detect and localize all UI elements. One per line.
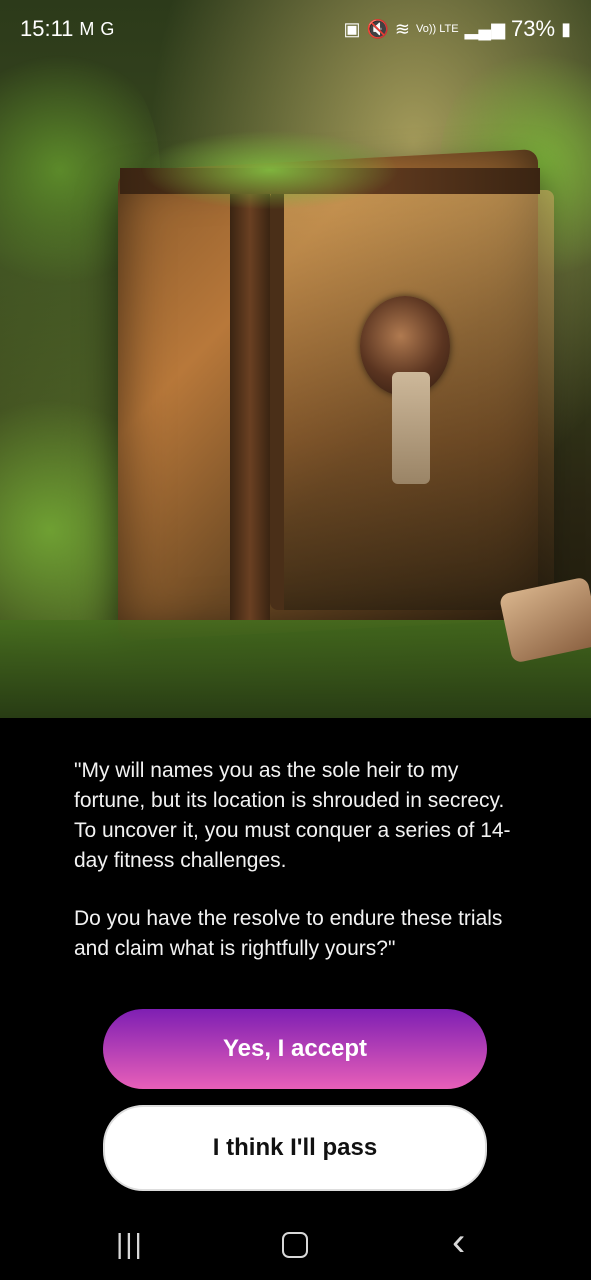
status-bar: 15:11 M G ▣ 🔇 ≋ Vo)) LTE ▂▄▆ 73% ▮ [0,0,591,56]
navigation-bar: ||| ‹ [0,1210,591,1280]
accept-button[interactable]: Yes, I accept [103,1009,487,1089]
app-screen: 15:11 M G ▣ 🔇 ≋ Vo)) LTE ▂▄▆ 73% ▮ "My w… [0,0,591,1280]
recent-apps-icon[interactable]: ||| [116,1228,144,1260]
chest-band-vertical [230,180,270,620]
wifi-icon: ≋ [394,18,410,39]
keyhole-latch [392,372,430,484]
status-left: 15:11 M G [20,16,114,42]
battery-saver-icon: ▣ [343,18,361,39]
treasure-chest-illustration [0,0,591,718]
status-time: 15:11 [20,16,74,41]
mute-icon: 🔇 [366,18,389,39]
google-icon: G [100,18,115,39]
ground-foliage [0,620,591,718]
foliage-on-chest [140,130,400,210]
volte-icon: Vo)) LTE [416,23,459,35]
story-paragraph-2: Do you have the resolve to endure these … [74,907,503,960]
pass-button[interactable]: I think I'll pass [103,1105,487,1191]
battery-icon: ▮ [561,18,571,39]
story-paragraph-1: "My will names you as the sole heir to m… [74,759,511,872]
story-text: "My will names you as the sole heir to m… [74,756,524,992]
status-right: ▣ 🔇 ≋ Vo)) LTE ▂▄▆ 73% ▮ [343,16,571,42]
signal-icon: ▂▄▆ [464,18,506,39]
back-icon[interactable]: ‹ [452,1220,465,1265]
battery-percent: 73% [511,16,556,41]
home-icon[interactable] [282,1232,308,1258]
gmail-icon: M [79,18,95,39]
